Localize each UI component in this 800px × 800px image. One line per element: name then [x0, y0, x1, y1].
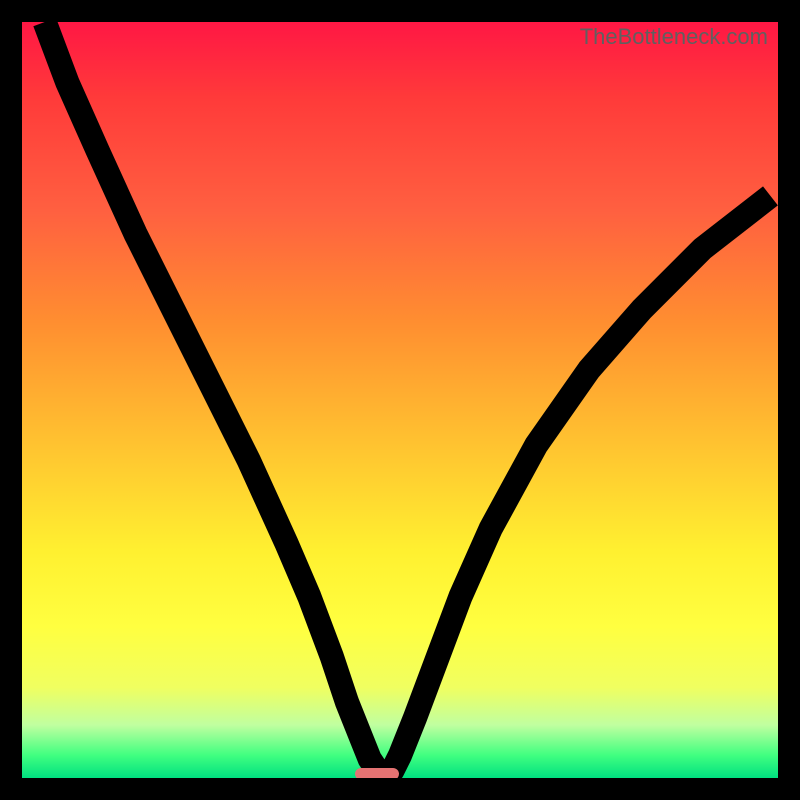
minimum-marker	[355, 768, 399, 778]
curve-svg	[22, 22, 778, 778]
watermark-text: TheBottleneck.com	[580, 24, 768, 50]
plot-area: TheBottleneck.com	[22, 22, 778, 778]
chart-container: TheBottleneck.com	[0, 0, 800, 800]
bottleneck-curve-path	[45, 22, 771, 774]
